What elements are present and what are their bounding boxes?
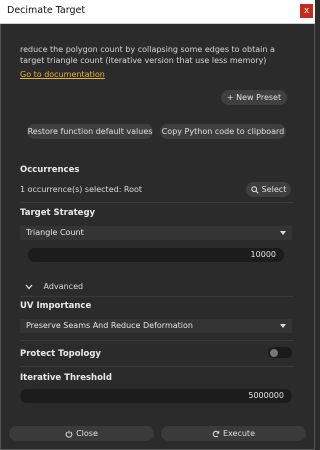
copy-python-button[interactable]: Copy Python code to clipboard bbox=[160, 124, 286, 139]
toggle-knob bbox=[270, 348, 278, 357]
target-count-input[interactable]: 10000 bbox=[28, 248, 284, 262]
divider bbox=[20, 296, 294, 297]
uv-importance-select[interactable]: Preserve Seams And Reduce Deformation bbox=[20, 319, 292, 333]
new-preset-button[interactable]: + New Preset bbox=[221, 90, 287, 105]
target-strategy-label: Target Strategy bbox=[20, 208, 96, 218]
select-button-label: Select bbox=[261, 185, 287, 194]
close-window-button[interactable]: x bbox=[300, 4, 313, 18]
advanced-label: Advanced bbox=[43, 282, 84, 291]
target-strategy-selected: Triangle Count bbox=[26, 228, 84, 237]
window-title: Decimate Target bbox=[7, 5, 86, 16]
title-bar: Decimate Target x bbox=[0, 0, 315, 24]
refresh-icon bbox=[212, 430, 220, 437]
function-description: reduce the polygon count by collapsing s… bbox=[20, 45, 275, 65]
divider bbox=[20, 202, 294, 203]
documentation-link[interactable]: Go to documentation bbox=[20, 70, 105, 79]
search-icon bbox=[250, 185, 259, 194]
uv-importance-selected: Preserve Seams And Reduce Deformation bbox=[26, 321, 193, 330]
power-icon bbox=[65, 430, 73, 438]
close-button[interactable]: Close bbox=[9, 426, 154, 441]
protect-topology-toggle[interactable] bbox=[268, 347, 292, 358]
iterative-threshold-input[interactable]: 5000000 bbox=[20, 389, 292, 403]
chevron-down-icon bbox=[25, 284, 33, 289]
select-button[interactable]: Select bbox=[246, 182, 291, 197]
protect-topology-label: Protect Topology bbox=[20, 349, 101, 359]
close-button-label: Close bbox=[76, 429, 98, 438]
chevron-down-icon bbox=[280, 231, 286, 235]
advanced-toggle[interactable]: Advanced bbox=[25, 282, 83, 291]
execute-button[interactable]: Execute bbox=[161, 426, 306, 441]
occurrences-label: Occurrences bbox=[20, 165, 80, 175]
iterative-threshold-label: Iterative Threshold bbox=[20, 373, 112, 383]
divider bbox=[20, 340, 294, 341]
uv-importance-label: UV Importance bbox=[20, 301, 92, 311]
restore-defaults-button[interactable]: Restore function default values bbox=[27, 124, 153, 139]
chevron-down-icon bbox=[280, 324, 286, 328]
target-strategy-select[interactable]: Triangle Count bbox=[20, 226, 292, 240]
divider bbox=[20, 366, 294, 367]
execute-button-label: Execute bbox=[223, 429, 255, 438]
occurrences-status: 1 occurrence(s) selected: Root bbox=[20, 185, 143, 194]
